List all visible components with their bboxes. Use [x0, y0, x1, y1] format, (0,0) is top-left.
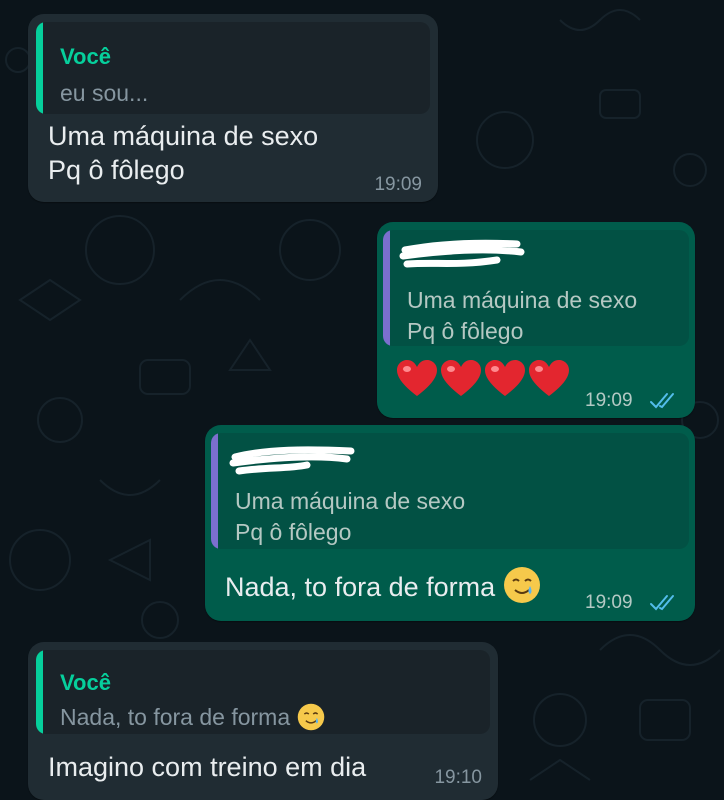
quote-author: Você — [60, 670, 111, 695]
quote-text: Nada, to fora de forma — [60, 702, 325, 733]
double-check-read-icon — [650, 595, 674, 611]
double-check-read-icon — [650, 393, 674, 409]
quoted-message[interactable]: Uma máquina de sexo Pq ô fôlego — [211, 433, 689, 549]
message-time: 19:10 — [434, 767, 482, 788]
redacted-name-scribble — [399, 239, 525, 268]
redacted-name-scribble — [229, 446, 355, 475]
message-text: Imagino com treino em dia — [48, 752, 367, 782]
quoted-message[interactable]: Você eu sou... — [36, 22, 430, 114]
message-time: 19:09 — [585, 592, 633, 613]
red-heart-icon — [441, 360, 481, 396]
quote-accent-bar — [211, 433, 218, 549]
message-text: Uma máquina de sexo Pq ô fôlego — [48, 121, 319, 185]
message-bubble-outgoing[interactable]: Uma máquina de sexo Pq ô fôlego 19:09 — [377, 222, 695, 418]
quote-accent-bar — [36, 22, 43, 114]
crying-smile-emoji — [503, 567, 540, 603]
message-bubble-incoming[interactable]: Você eu sou... Uma máquina de sexo Pq ô … — [28, 14, 438, 202]
message-time: 19:09 — [374, 174, 422, 195]
message-bubble-outgoing[interactable]: Uma máquina de sexo Pq ô fôlego Nada, to… — [205, 425, 695, 621]
quote-text: eu sou... — [60, 80, 149, 106]
quote-author: Você — [60, 44, 111, 69]
quote-text: Uma máquina de sexo Pq ô fôlego — [235, 488, 466, 545]
message-bubble-incoming[interactable]: Você Nada, to fora de forma Imagino com … — [28, 642, 498, 800]
quoted-message[interactable]: Uma máquina de sexo Pq ô fôlego — [383, 230, 689, 346]
red-heart-icon — [397, 360, 437, 396]
message-time: 19:09 — [585, 390, 633, 411]
quote-accent-bar — [383, 230, 390, 346]
quote-text: Uma máquina de sexo Pq ô fôlego — [407, 287, 638, 344]
red-heart-icon — [529, 360, 569, 396]
red-heart-icon — [485, 360, 525, 396]
crying-smile-emoji — [297, 703, 324, 731]
message-text: Nada, to fora de forma — [225, 566, 541, 604]
quote-accent-bar — [36, 650, 43, 734]
quoted-message[interactable]: Você Nada, to fora de forma — [36, 650, 490, 734]
heart-emoji-row — [397, 360, 577, 400]
